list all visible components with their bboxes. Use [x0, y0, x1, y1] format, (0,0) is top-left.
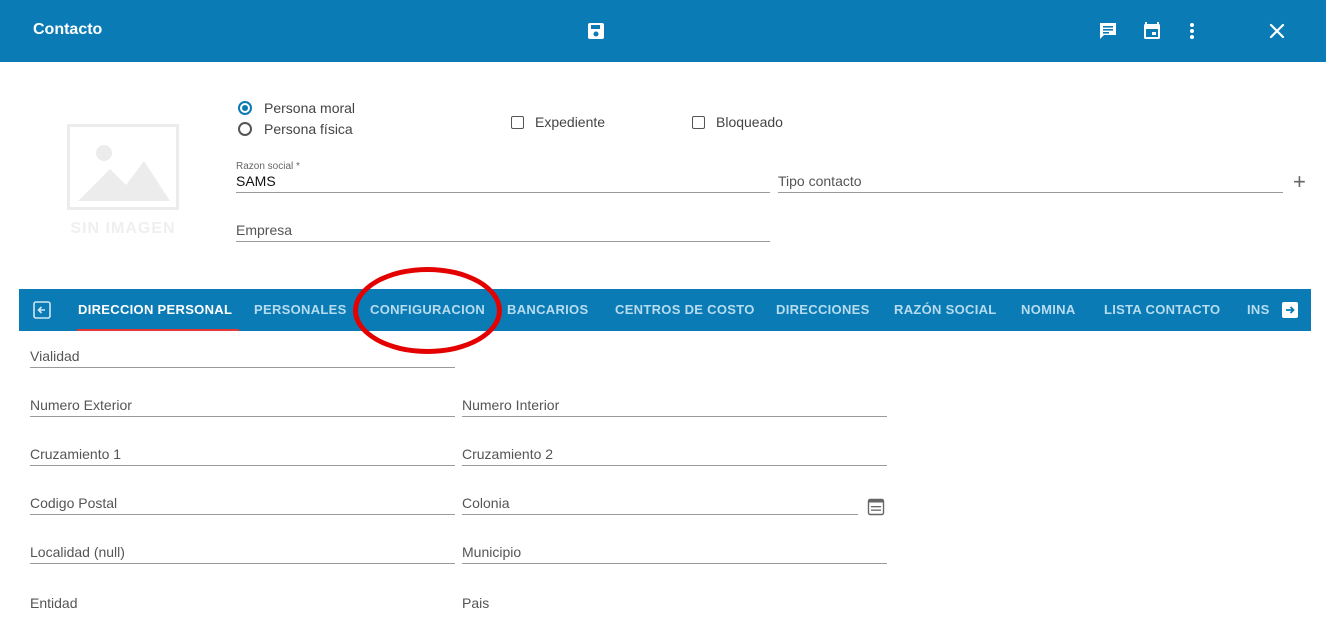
colonia-field[interactable]: Colonia [462, 495, 858, 515]
image-placeholder-icon [67, 124, 179, 210]
field-label: Razon social * [236, 161, 300, 172]
tab-ins[interactable]: INS [1247, 289, 1269, 331]
field-placeholder: Cruzamiento 2 [462, 446, 554, 462]
tab-razon-social[interactable]: RAZÓN SOCIAL [894, 289, 997, 331]
cruzamiento-1-field[interactable]: Cruzamiento 1 [30, 446, 455, 466]
tab-centros-de-costo[interactable]: CENTROS DE COSTO [615, 289, 755, 331]
tab-bancarios[interactable]: BANCARIOS [507, 289, 588, 331]
annotation-circle [353, 267, 502, 354]
field-placeholder: Cruzamiento 1 [30, 446, 122, 462]
checkbox-box[interactable] [692, 115, 705, 129]
numero-exterior-field[interactable]: Numero Exterior [30, 397, 455, 417]
contact-photo-placeholder[interactable]: SIN IMAGEN [64, 122, 182, 242]
checkbox-expediente[interactable]: Expediente [511, 114, 605, 130]
tab-personales[interactable]: PERSONALES [254, 289, 347, 331]
scroll-left-icon[interactable] [33, 301, 51, 319]
radio-label: Persona física [264, 121, 353, 137]
more-vert-icon[interactable] [1182, 21, 1202, 41]
save-icon[interactable] [586, 21, 606, 41]
app-header: Contacto [0, 0, 1326, 62]
field-placeholder: Tipo contacto [778, 173, 862, 189]
field-placeholder: Vialidad [30, 348, 80, 364]
calendar-icon[interactable] [1142, 21, 1162, 41]
tab-direccion-personal[interactable]: DIRECCION PERSONAL [78, 289, 232, 331]
notes-icon[interactable] [1098, 21, 1118, 41]
field-placeholder: Numero Exterior [30, 397, 132, 413]
checkbox-label: Expediente [535, 114, 606, 130]
cruzamiento-2-field[interactable]: Cruzamiento 2 [462, 446, 887, 466]
section-tabs: DIRECCION PERSONAL PERSONALES CONFIGURAC… [19, 289, 1311, 331]
radio-button[interactable] [238, 122, 252, 136]
vialidad-field[interactable]: Vialidad [30, 348, 455, 368]
tab-nomina[interactable]: NOMINA [1021, 289, 1076, 331]
field-value: SAMS [236, 173, 276, 189]
page-title: Contacto [33, 21, 103, 38]
field-placeholder: Colonia [462, 495, 510, 511]
add-tipo-contacto-icon[interactable]: + [1293, 171, 1306, 193]
numero-interior-field[interactable]: Numero Interior [462, 397, 887, 417]
razon-social-field[interactable]: Razon social * SAMS [236, 161, 770, 193]
pais-field[interactable]: Pais [462, 595, 489, 611]
tipo-contacto-field[interactable]: Tipo contacto [778, 173, 1283, 193]
active-tab-indicator [77, 329, 239, 331]
codigo-postal-field[interactable]: Codigo Postal [30, 495, 455, 515]
radio-label: Persona moral [264, 100, 356, 116]
field-placeholder: Empresa [236, 222, 293, 238]
tab-lista-contacto[interactable]: LISTA CONTACTO [1104, 289, 1220, 331]
radio-persona-fisica[interactable]: Persona física [238, 121, 353, 137]
checkbox-box[interactable] [511, 115, 524, 129]
empresa-field[interactable]: Empresa [236, 222, 770, 242]
localidad-field[interactable]: Localidad (null) [30, 544, 455, 564]
radio-button-checked[interactable] [238, 101, 252, 115]
entidad-field[interactable]: Entidad [30, 595, 77, 611]
close-icon[interactable] [1267, 21, 1287, 41]
radio-persona-moral[interactable]: Persona moral [238, 100, 355, 116]
field-placeholder: Localidad (null) [30, 544, 125, 560]
tab-direcciones[interactable]: DIRECCIONES [776, 289, 870, 331]
municipio-field[interactable]: Municipio [462, 544, 887, 564]
colonia-picker-icon[interactable] [867, 497, 885, 517]
checkbox-label: Bloqueado [716, 114, 783, 130]
photo-caption: SIN IMAGEN [70, 220, 176, 237]
scroll-right-icon[interactable] [1281, 301, 1299, 319]
field-placeholder: Municipio [462, 544, 522, 560]
field-placeholder: Codigo Postal [30, 495, 118, 511]
checkbox-bloqueado[interactable]: Bloqueado [692, 114, 783, 130]
field-placeholder: Numero Interior [462, 397, 560, 413]
